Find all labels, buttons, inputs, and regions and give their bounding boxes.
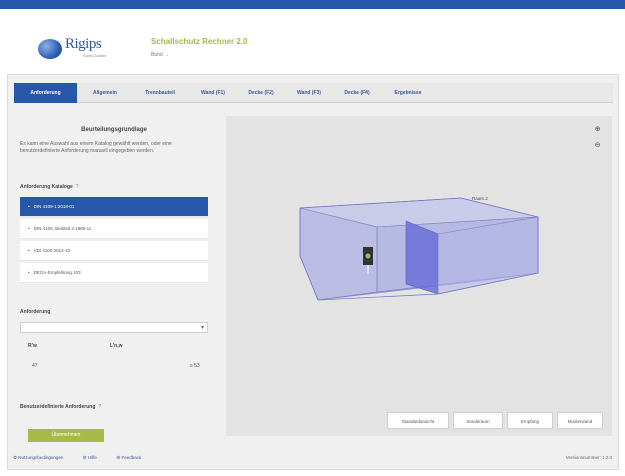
app-title: Schallschutz Rechner 2.0 bbox=[151, 37, 248, 46]
chevron-down-icon: ▾ bbox=[200, 325, 204, 331]
rw-label: R’w bbox=[28, 343, 37, 349]
bullet-icon: • bbox=[28, 226, 30, 231]
catalog-label-text: Anforderung Kataloge bbox=[20, 184, 73, 190]
panel-title: Beurteilungsgrundlage bbox=[81, 127, 147, 133]
tab-anforderung[interactable]: Anforderung bbox=[14, 83, 77, 103]
sending-room-button[interactable]: Senderaum bbox=[453, 412, 503, 429]
requirement-select[interactable]: ▾ bbox=[20, 322, 208, 333]
help-icon[interactable]: ? bbox=[98, 404, 101, 410]
app-header: Rigips Saint-Gobain Schallschutz Rechner… bbox=[0, 9, 625, 69]
help-icon[interactable]: ? bbox=[76, 184, 79, 190]
bullet-icon: • bbox=[28, 248, 30, 253]
tab-trennbauteil[interactable]: Trennbauteil bbox=[132, 83, 188, 103]
main-panel: Anforderung Allgemein Trennbauteil Wand … bbox=[7, 74, 619, 470]
terms-link-label: Nutzungsbedingungen bbox=[18, 455, 64, 460]
bullet-icon: • bbox=[28, 270, 30, 275]
lnw-value: ≥ 53 bbox=[190, 363, 200, 369]
receiving-button[interactable]: Empfang bbox=[507, 412, 553, 429]
tab-decke-f4[interactable]: Decke (F4) bbox=[334, 83, 380, 103]
tab-bar: Anforderung Allgemein Trennbauteil Wand … bbox=[14, 83, 613, 103]
tab-wand-f3[interactable]: Wand (F3) bbox=[286, 83, 332, 103]
custom-requirement-text: Benutzerdefinierte Anforderung bbox=[20, 404, 96, 410]
tab-allgemein[interactable]: Allgemein bbox=[80, 83, 130, 103]
lnw-label: L’n,w bbox=[110, 343, 123, 349]
requirement-label: Anforderung bbox=[20, 309, 51, 315]
app-subtitle[interactable]: Bund → bbox=[151, 52, 169, 58]
help-link[interactable]: ⚙ Hilfe bbox=[83, 455, 106, 460]
version-number: Versionsnummer: 1.2.0 bbox=[565, 455, 612, 460]
logo-brand-text: Rigips bbox=[65, 36, 102, 52]
rw-value: 47 bbox=[32, 363, 38, 369]
catalog-item-din-4109-beiblatt[interactable]: • DIN 4109, Beiblatt 2:1989-11 bbox=[20, 219, 208, 239]
catalog-item-label: VDI 4100:2012-10 bbox=[33, 248, 71, 253]
footer-links: ⚙ Nutzungsbedingungen ⚙ Hilfe ⚙ Feedback bbox=[13, 455, 159, 461]
catalog-item-vdi-4100[interactable]: • VDI 4100:2012-10 bbox=[20, 241, 208, 261]
terms-link[interactable]: ⚙ Nutzungsbedingungen bbox=[13, 455, 72, 460]
panel-description: Es kann eine Auswahl aus einem Katalog g… bbox=[20, 141, 172, 154]
catalog-label: Anforderung Kataloge? bbox=[20, 184, 79, 190]
sample-wall-button[interactable]: Musterwand bbox=[557, 412, 603, 429]
bullet-icon: • bbox=[28, 204, 30, 209]
catalog-item-label: DIN 4109, Beiblatt 2:1989-11 bbox=[33, 226, 92, 231]
tab-decke-f2[interactable]: Decke (F2) bbox=[238, 83, 284, 103]
separating-wall bbox=[405, 220, 439, 295]
custom-requirement-label: Benutzerdefinierte Anforderung? bbox=[20, 404, 101, 410]
catalog-item-dega-103[interactable]: • DEGA-Empfehlung 103 bbox=[20, 263, 208, 283]
room-model bbox=[299, 197, 539, 301]
apply-button[interactable]: Übernehmen bbox=[28, 429, 104, 442]
rigips-logo: Rigips Saint-Gobain bbox=[38, 36, 110, 62]
top-accent-bar bbox=[0, 0, 625, 9]
logo-subtitle: Saint-Gobain bbox=[83, 53, 107, 58]
3d-viewer[interactable]: ⊕ ⊖ Raum 1 Raum 2 Standardansicht bbox=[226, 116, 612, 436]
tab-wand-f1[interactable]: Wand (F1) bbox=[190, 83, 236, 103]
catalog-item-label: DEGA-Empfehlung 103 bbox=[33, 270, 81, 275]
tab-ergebnisse[interactable]: Ergebnisse bbox=[382, 83, 434, 103]
standard-view-button[interactable]: Standardansicht bbox=[387, 412, 449, 429]
catalog-item-label: DIN 4109-1:2018-01 bbox=[33, 204, 75, 209]
catalog-item-din-4109-1[interactable]: • DIN 4109-1:2018-01 bbox=[20, 197, 208, 217]
logo-globe-icon bbox=[38, 39, 62, 59]
speaker-cone bbox=[365, 253, 371, 259]
help-link-label: Hilfe bbox=[87, 455, 97, 460]
feedback-link-label: Feedback bbox=[121, 455, 142, 460]
feedback-link[interactable]: ⚙ Feedback bbox=[116, 455, 150, 460]
